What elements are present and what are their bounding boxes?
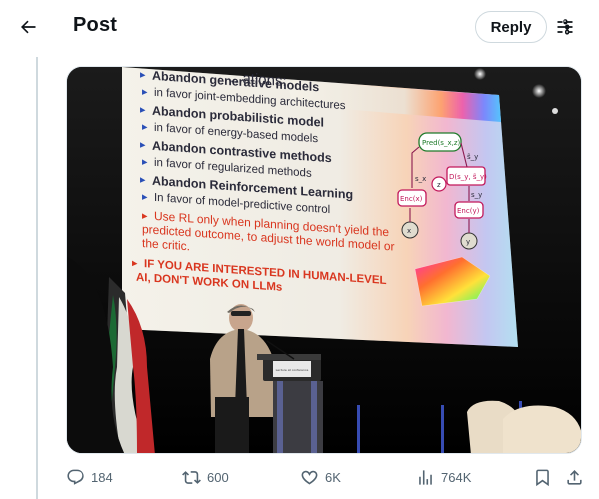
- like-count: 6K: [325, 470, 341, 485]
- reply-action[interactable]: 184: [66, 468, 113, 487]
- svg-text:▸: ▸: [142, 191, 148, 203]
- podium-sign: Lecture at conference: [276, 368, 309, 372]
- thread-rail: [36, 57, 38, 499]
- heart-icon: [301, 470, 318, 485]
- views-chart-icon: [419, 470, 432, 485]
- post-header: Post Reply: [0, 0, 599, 53]
- back-button[interactable]: [12, 11, 44, 43]
- diagram-enc-x-label: Enc(x): [400, 195, 423, 203]
- diagram-sx-label: s_x: [415, 175, 426, 183]
- comment-icon: [67, 469, 84, 485]
- svg-text:▸: ▸: [140, 69, 146, 81]
- post-actions-bar: 184 600 6K 764K: [0, 458, 599, 498]
- diagram-d-label: D(s_y, s̃_y): [449, 173, 487, 181]
- svg-text:▸: ▸: [142, 156, 148, 168]
- arrow-left-icon: [21, 20, 36, 34]
- settings-button[interactable]: [552, 14, 578, 40]
- bookmark-action[interactable]: [533, 468, 552, 487]
- like-action[interactable]: 6K: [300, 468, 341, 487]
- svg-text:▸: ▸: [142, 210, 148, 222]
- conference-photo: ...ations: ▸ Abandon generative models ▸…: [67, 67, 581, 453]
- reply-button[interactable]: Reply: [475, 11, 547, 43]
- diagram-sy-hat-label: s̃_y: [467, 153, 478, 161]
- reply-count: 184: [91, 470, 113, 485]
- diagram-x-label: x: [407, 227, 411, 235]
- views-count: 764K: [441, 470, 472, 485]
- share-action[interactable]: [565, 468, 584, 487]
- page-title: Post: [73, 14, 118, 36]
- post-media-image[interactable]: ...ations: ▸ Abandon generative models ▸…: [66, 66, 582, 454]
- views-action[interactable]: 764K: [416, 468, 471, 487]
- diagram-z-label: z: [437, 181, 441, 189]
- diagram-y-label: y: [466, 238, 470, 246]
- diagram-sy-label: s_y: [471, 191, 482, 199]
- svg-text:▸: ▸: [132, 257, 138, 269]
- share-icon: [567, 470, 582, 485]
- repost-action[interactable]: 600: [182, 468, 229, 487]
- svg-text:▸: ▸: [140, 139, 146, 151]
- svg-text:▸: ▸: [142, 121, 148, 133]
- bookmark-icon: [536, 469, 549, 487]
- repost-count: 600: [207, 470, 229, 485]
- svg-text:▸: ▸: [140, 174, 146, 186]
- diagram-enc-y-label: Enc(y): [457, 207, 480, 215]
- svg-text:▸: ▸: [142, 86, 148, 98]
- sliders-icon: [557, 19, 573, 35]
- svg-text:▸: ▸: [140, 104, 146, 116]
- diagram-pred-label: Pred(s_x,z): [422, 139, 460, 147]
- repost-icon: [182, 471, 201, 484]
